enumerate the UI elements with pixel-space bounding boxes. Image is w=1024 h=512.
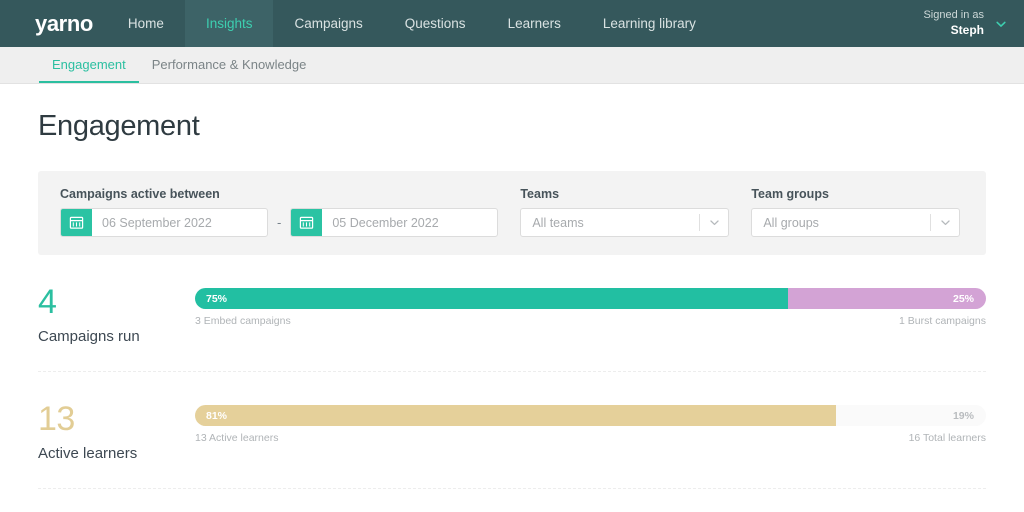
bar-segment-burst-campaigns: 25% [788, 288, 986, 309]
date-range-separator: - [277, 215, 282, 230]
nav-link-insights[interactable]: Insights [184, 0, 274, 47]
teams-select[interactable]: All teams [520, 208, 730, 237]
teams-select-value: All teams [532, 215, 584, 230]
bar-caption-right: 16 Total learners [908, 432, 986, 444]
team-groups-select[interactable]: All groups [751, 208, 961, 237]
metric-summary-campaigns-run: 4 Campaigns run [38, 283, 195, 345]
date-range-row: 06 September 2022 - 05 December 2022 [60, 208, 499, 237]
page-content: Engagement Campaigns active between 06 S… [0, 110, 1024, 512]
calendar-icon[interactable] [61, 209, 92, 236]
date-range-label: Campaigns active between [60, 187, 220, 201]
user-menu-text: Signed in as Steph [923, 9, 984, 38]
chevron-down-icon[interactable] [994, 17, 1008, 31]
stacked-bar: 81% 19% [195, 405, 986, 426]
team-groups-label: Team groups [751, 187, 829, 201]
bar-segment-total-learners: 19% [835, 405, 986, 426]
page-title: Engagement [38, 110, 200, 142]
top-navigation-bar: yarno Home Insights Campaigns Questions … [0, 0, 1024, 47]
bar-captions: 13 Active learners 16 Total learners [195, 432, 986, 444]
bar-caption-left: 13 Active learners [195, 432, 279, 444]
section-divider [38, 488, 986, 489]
metric-row-campaigns-run: 4 Campaigns run 75% 25% 3 Embed campaign… [38, 255, 986, 345]
user-name: Steph [950, 22, 984, 37]
user-menu[interactable]: Signed in as Steph [923, 0, 1008, 47]
bar-caption-left: 3 Embed campaigns [195, 315, 291, 327]
end-date-field[interactable]: 05 December 2022 [290, 208, 499, 237]
tab-performance-knowledge[interactable]: Performance & Knowledge [139, 47, 320, 83]
metric-value: 4 [38, 283, 57, 321]
tab-engagement[interactable]: Engagement [39, 47, 139, 83]
start-date-field[interactable]: 06 September 2022 [60, 208, 268, 237]
nav-link-questions[interactable]: Questions [384, 0, 487, 47]
filter-team-groups: Team groups All groups [751, 187, 961, 237]
nav-link-campaigns[interactable]: Campaigns [273, 0, 383, 47]
signed-in-as-label: Signed in as [923, 9, 984, 22]
calendar-icon[interactable] [291, 209, 323, 236]
metric-label: Active learners [38, 445, 138, 462]
team-groups-select-value: All groups [763, 215, 819, 230]
metric-bar-campaigns-run: 75% 25% 3 Embed campaigns 1 Burst campai… [195, 283, 986, 327]
bar-captions: 3 Embed campaigns 1 Burst campaigns [195, 315, 986, 327]
stacked-bar: 75% 25% [195, 288, 986, 309]
yarno-logo[interactable]: yarno [0, 0, 107, 47]
chevron-down-icon[interactable] [931, 216, 959, 229]
metric-value: 13 [38, 400, 75, 438]
filter-teams: Teams All teams [520, 187, 730, 237]
filter-panel: Campaigns active between 06 September 20… [38, 171, 986, 255]
secondary-tab-bar: Engagement Performance & Knowledge [0, 47, 1024, 84]
metric-bar-active-learners: 81% 19% 13 Active learners 16 Total lear… [195, 400, 986, 444]
chevron-down-icon[interactable] [700, 216, 728, 229]
metric-row-active-learners: 13 Active learners 81% 19% 13 Active lea… [38, 372, 986, 462]
nav-link-learning-library[interactable]: Learning library [582, 0, 717, 47]
metric-label: Campaigns run [38, 328, 140, 345]
start-date-value[interactable]: 06 September 2022 [92, 209, 267, 236]
nav-link-home[interactable]: Home [107, 0, 185, 47]
metric-summary-active-learners: 13 Active learners [38, 400, 195, 462]
teams-label: Teams [520, 187, 560, 201]
filter-date-range: Campaigns active between 06 September 20… [60, 187, 499, 237]
bar-segment-embed-campaigns: 75% [195, 288, 789, 309]
primary-nav-links: Home Insights Campaigns Questions Learne… [107, 0, 717, 47]
end-date-value[interactable]: 05 December 2022 [322, 209, 497, 236]
nav-link-learners[interactable]: Learners [487, 0, 582, 47]
bar-segment-active-learners: 81% [195, 405, 836, 426]
bar-caption-right: 1 Burst campaigns [899, 315, 986, 327]
